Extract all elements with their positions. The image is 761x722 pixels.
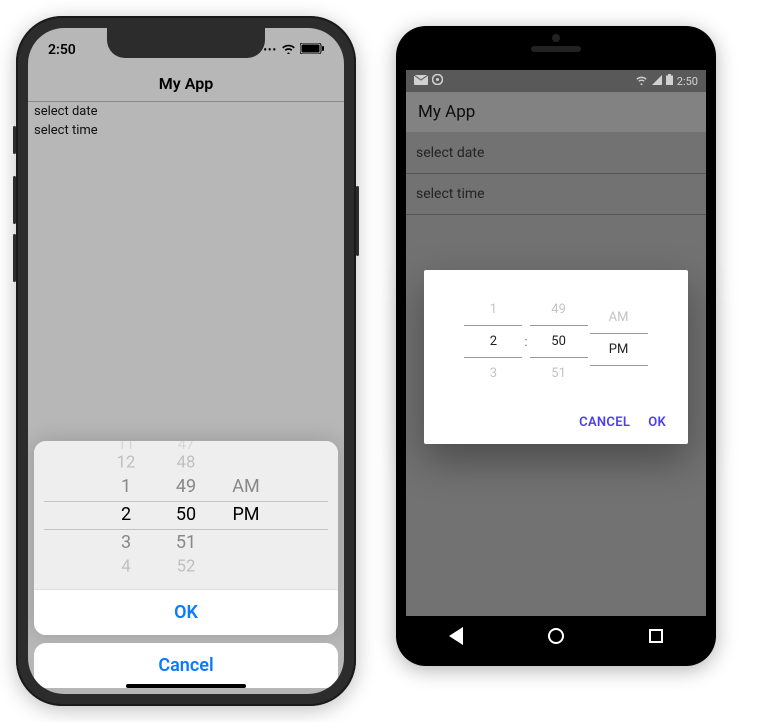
front-camera (552, 34, 560, 42)
ok-button[interactable]: OK (34, 589, 338, 635)
minute-option[interactable]: 49 (530, 294, 588, 325)
minute-spinner[interactable]: 49 50 51 (530, 294, 588, 389)
period-selected[interactable]: PM (216, 501, 276, 529)
minute-option[interactable]: 49 (156, 473, 216, 501)
side-button (13, 176, 16, 224)
ios-status-time: 2:50 (48, 42, 76, 58)
hour-option[interactable]: 1 (464, 294, 522, 325)
iphone-device-frame: 2:50 •••• My App select date select time (16, 16, 356, 706)
iphone-screen: 2:50 •••• My App select date select time (28, 28, 344, 694)
side-button (13, 126, 16, 154)
select-time-row[interactable]: select time (28, 121, 344, 140)
period-option[interactable]: AM (590, 302, 648, 333)
cancel-button[interactable]: CANCEL (579, 415, 630, 430)
recents-button[interactable] (649, 629, 663, 643)
hour-option[interactable]: 1 (96, 473, 156, 501)
ios-app-title: My App (28, 72, 344, 102)
hour-spinner[interactable]: 1 2 3 (464, 294, 522, 389)
period-wheel[interactable]: AM PM (216, 441, 276, 589)
back-button[interactable] (449, 627, 463, 645)
side-button (356, 186, 359, 256)
minute-option[interactable]: 51 (156, 529, 216, 557)
period-spinner[interactable]: AM PM (590, 302, 648, 382)
home-indicator[interactable] (126, 684, 246, 688)
time-separator: : (524, 334, 527, 350)
hour-option[interactable]: 3 (96, 529, 156, 557)
minute-selected[interactable]: 50 (530, 325, 588, 358)
minute-option[interactable]: 52 (158, 554, 213, 580)
cancel-button[interactable]: Cancel (34, 643, 338, 688)
ios-action-sheet: 11 12 1 2 3 4 47 48 49 50 51 (28, 435, 344, 694)
minute-selected[interactable]: 50 (156, 501, 216, 529)
ok-button[interactable]: OK (648, 415, 666, 430)
hour-option[interactable]: 4 (98, 554, 153, 580)
side-button (13, 234, 16, 282)
android-nav-bar (406, 616, 706, 656)
select-date-row[interactable]: select date (28, 102, 344, 121)
minute-wheel[interactable]: 47 48 49 50 51 52 (156, 441, 216, 589)
android-screen: 2:50 My App select date select time 1 2 … (406, 70, 706, 616)
hour-wheel[interactable]: 11 12 1 2 3 4 (96, 441, 156, 589)
hour-selected[interactable]: 2 (464, 325, 522, 358)
wifi-icon (281, 42, 296, 58)
home-button[interactable] (548, 628, 564, 644)
period-option[interactable] (590, 366, 648, 382)
speaker-grille (531, 46, 581, 52)
minute-option[interactable]: 51 (530, 358, 588, 389)
iphone-notch (107, 28, 265, 58)
android-device-frame: 2:50 My App select date select time 1 2 … (396, 26, 716, 666)
ios-time-picker[interactable]: 11 12 1 2 3 4 47 48 49 50 51 (34, 441, 338, 589)
hour-option[interactable]: 3 (464, 358, 522, 389)
period-option[interactable]: AM (216, 473, 276, 501)
period-selected[interactable]: PM (590, 333, 648, 366)
battery-icon (300, 42, 324, 58)
android-time-picker-dialog: 1 2 3 : 49 50 51 AM PM (424, 270, 688, 444)
hour-selected[interactable]: 2 (96, 501, 156, 529)
